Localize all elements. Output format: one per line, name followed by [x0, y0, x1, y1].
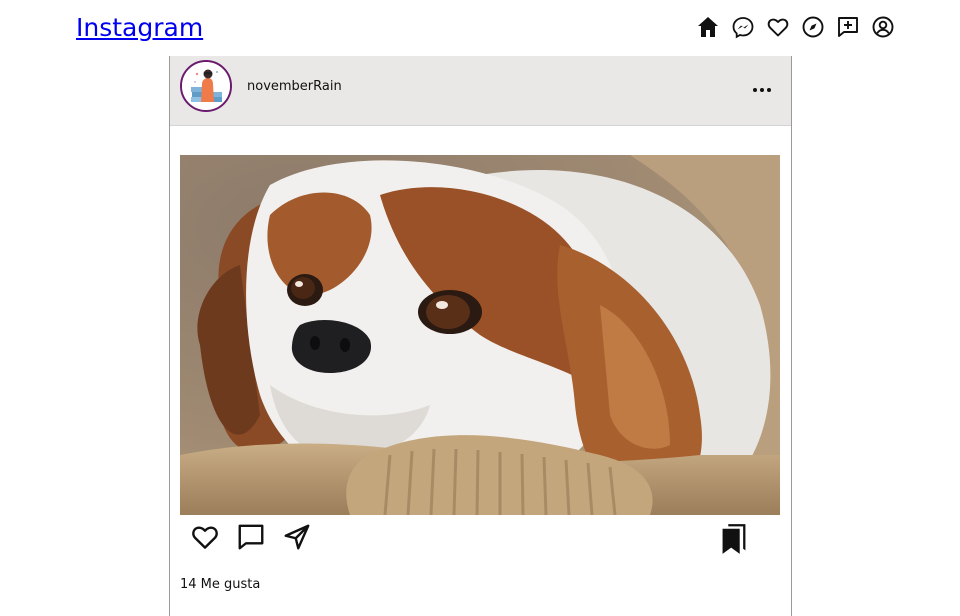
dog-photo-image: [180, 155, 780, 515]
post-actions: [190, 522, 312, 552]
new-post-icon: [838, 17, 858, 37]
bookmark-icon: [722, 524, 746, 554]
more-horizontal-icon: [753, 88, 771, 92]
more-options-button[interactable]: [752, 80, 772, 92]
post-header: novemberRain: [170, 56, 791, 126]
post-username[interactable]: novemberRain: [247, 79, 342, 94]
like-button[interactable]: [190, 522, 220, 552]
share-icon: [284, 524, 310, 550]
likes-count: 14 Me gusta: [180, 577, 261, 592]
save-button[interactable]: [720, 523, 748, 555]
home-button[interactable]: [696, 14, 720, 40]
home-icon: [698, 17, 718, 37]
comment-icon: [238, 524, 264, 550]
compass-icon: [802, 16, 824, 38]
instagram-logo-link[interactable]: Instagram: [64, 13, 203, 42]
heart-icon: [192, 526, 218, 549]
heart-icon: [767, 18, 789, 37]
avatar[interactable]: [180, 60, 232, 112]
explore-button[interactable]: [801, 14, 825, 40]
new-post-button[interactable]: [836, 14, 860, 40]
top-nav: [696, 14, 895, 40]
post-card: novemberRain 14 Me gusta: [169, 56, 792, 616]
messenger-icon: [732, 17, 754, 39]
post-photo[interactable]: [180, 155, 780, 515]
activity-button[interactable]: [766, 14, 790, 40]
share-button[interactable]: [282, 522, 312, 552]
profile-icon: [872, 16, 894, 38]
avatar-illustration: [182, 62, 230, 110]
messenger-button[interactable]: [731, 14, 755, 40]
comment-button[interactable]: [236, 522, 266, 552]
logo-text: Instagram: [76, 13, 204, 42]
profile-button[interactable]: [871, 14, 895, 40]
